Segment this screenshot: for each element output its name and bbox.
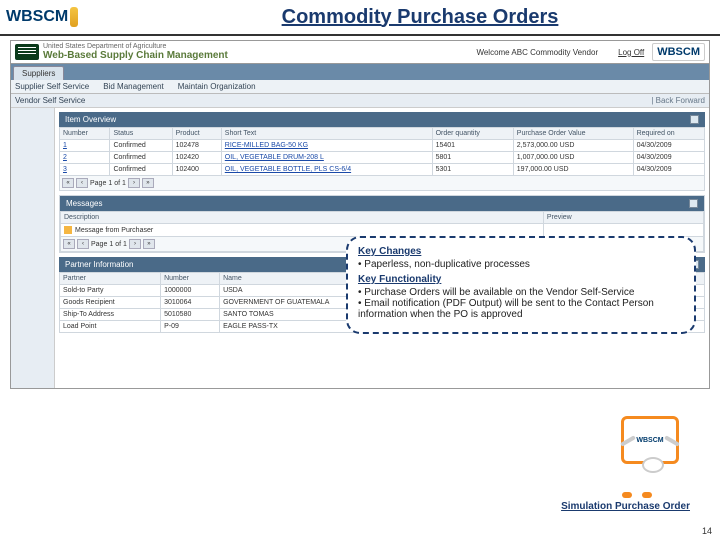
nav-back-forward[interactable]: | Back Forward (651, 96, 705, 105)
pager-next-icon[interactable]: › (128, 178, 140, 188)
primary-tabs: Suppliers (11, 64, 709, 80)
page-number: 14 (702, 526, 712, 536)
mascot-icon: WBSCM (608, 416, 692, 492)
table-row[interactable]: 2Confirmed102420OIL, VEGETABLE DRUM-208 … (60, 152, 705, 164)
welcome-text: Welcome ABC Commodity Vendor (476, 48, 598, 57)
subtab-self-service[interactable]: Supplier Self Service (15, 82, 89, 91)
callout-heading: Key Changes (358, 246, 684, 257)
simulation-link[interactable]: Simulation Purchase Order (561, 501, 690, 512)
warning-icon (64, 226, 72, 234)
section-title: Vendor Self Service (15, 96, 85, 105)
app-title-block: United States Department of Agriculture … (43, 43, 228, 61)
pager-first-icon[interactable]: « (63, 239, 75, 249)
callout-bullet: Purchase Orders will be available on the… (358, 287, 684, 298)
callout-bullet: Email notification (PDF Output) will be … (358, 298, 684, 320)
pager-prev-icon[interactable]: ‹ (77, 239, 89, 249)
subtab-maintain-org[interactable]: Maintain Organization (178, 82, 256, 91)
usda-logo-icon (15, 44, 39, 60)
table-row[interactable]: 3Confirmed102400OIL, VEGETABLE BOTTLE, P… (60, 164, 705, 176)
items-pager: « ‹ Page 1 of 1 › » (59, 176, 705, 191)
table-row[interactable]: 1Confirmed102478RICE-MILLED BAG-50 KG154… (60, 140, 705, 152)
app-window: United States Department of Agriculture … (10, 40, 710, 389)
logoff-link[interactable]: Log Off (618, 48, 644, 57)
messages-table: DescriptionPreview Message from Purchase… (60, 211, 704, 237)
table-row[interactable]: Message from Purchaser (61, 224, 704, 237)
callout-bullet: Paperless, non-duplicative processes (358, 259, 684, 270)
left-gutter (11, 108, 55, 388)
item-overview-table: NumberStatusProduct Short TextOrder quan… (59, 127, 705, 176)
pager-first-icon[interactable]: « (62, 178, 74, 188)
pager-last-icon[interactable]: » (143, 239, 155, 249)
wbscm-logo: WBSCM (0, 0, 120, 35)
item-overview-header: Item Overview (59, 112, 705, 127)
secondary-tabs: Supplier Self Service Bid Management Mai… (11, 80, 709, 94)
pager-last-icon[interactable]: » (142, 178, 154, 188)
collapse-icon[interactable] (689, 199, 698, 208)
pager-next-icon[interactable]: › (129, 239, 141, 249)
wbscm-small-logo: WBSCM (652, 43, 705, 61)
tab-suppliers[interactable]: Suppliers (13, 66, 64, 80)
messages-header: Messages (60, 196, 704, 211)
collapse-icon[interactable] (690, 115, 699, 124)
slide-title: Commodity Purchase Orders (120, 6, 720, 29)
callout-heading: Key Functionality (358, 274, 684, 285)
pager-prev-icon[interactable]: ‹ (76, 178, 88, 188)
key-changes-callout: Key Changes Paperless, non-duplicative p… (346, 236, 696, 334)
subtab-bid-management[interactable]: Bid Management (103, 82, 163, 91)
